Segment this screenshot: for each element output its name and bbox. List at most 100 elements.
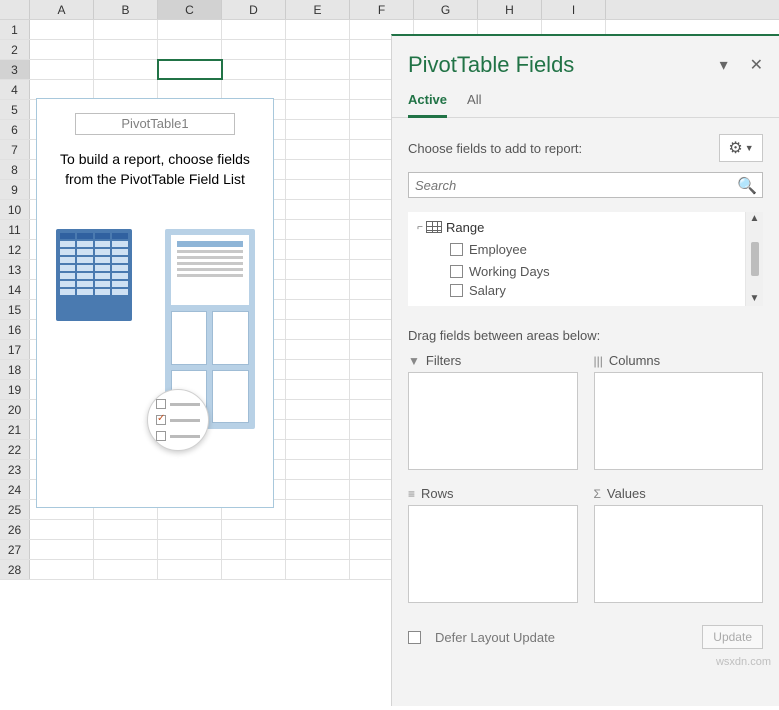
filters-dropzone[interactable] [408,372,578,470]
cell[interactable] [286,520,350,539]
col-header-C[interactable]: C [158,0,222,19]
cell[interactable] [286,300,350,319]
row-header-7[interactable]: 7 [0,140,30,159]
cell[interactable] [30,60,94,79]
columns-dropzone[interactable] [594,372,764,470]
cell[interactable] [286,100,350,119]
close-icon[interactable]: ✕ [750,55,763,75]
cell[interactable] [286,420,350,439]
cell[interactable] [30,20,94,39]
cell[interactable] [286,240,350,259]
row-header-12[interactable]: 12 [0,240,30,259]
cell[interactable] [94,540,158,559]
row-header-28[interactable]: 28 [0,560,30,579]
col-header-A[interactable]: A [30,0,94,19]
cell[interactable] [286,320,350,339]
values-dropzone[interactable] [594,505,764,603]
cell[interactable] [222,60,286,79]
cell[interactable] [30,80,94,99]
row-header-6[interactable]: 6 [0,120,30,139]
cell[interactable] [286,460,350,479]
scroll-down-icon[interactable]: ▼ [750,294,760,304]
cell[interactable] [286,560,350,579]
checkbox-working-days[interactable] [450,265,463,278]
field-working-days[interactable]: Working Days [408,260,745,282]
cell[interactable] [286,480,350,499]
row-header-25[interactable]: 25 [0,500,30,519]
row-header-8[interactable]: 8 [0,160,30,179]
cell[interactable] [286,260,350,279]
row-header-1[interactable]: 1 [0,20,30,39]
row-header-13[interactable]: 13 [0,260,30,279]
row-header-11[interactable]: 11 [0,220,30,239]
cell[interactable] [286,180,350,199]
col-header-F[interactable]: F [350,0,414,19]
cell[interactable] [30,560,94,579]
cell[interactable] [286,200,350,219]
cell[interactable] [158,520,222,539]
cell[interactable] [286,380,350,399]
col-header-I[interactable]: I [542,0,606,19]
cell[interactable] [286,360,350,379]
cell[interactable] [286,20,350,39]
cell[interactable] [94,40,158,59]
cell[interactable] [94,60,158,79]
checkbox-defer[interactable] [408,631,421,644]
collapse-icon[interactable]: ⌐ [414,222,426,233]
row-header-10[interactable]: 10 [0,200,30,219]
cell[interactable] [94,80,158,99]
row-header-20[interactable]: 20 [0,400,30,419]
row-header-5[interactable]: 5 [0,100,30,119]
cell[interactable] [222,520,286,539]
scroll-up-icon[interactable]: ▲ [750,214,760,224]
cell[interactable] [158,60,222,79]
row-header-15[interactable]: 15 [0,300,30,319]
cell[interactable] [222,20,286,39]
field-salary[interactable]: Salary [408,282,745,298]
row-header-3[interactable]: 3 [0,60,30,79]
cell[interactable] [286,120,350,139]
cell[interactable] [286,540,350,559]
cell[interactable] [286,40,350,59]
cell[interactable] [286,500,350,519]
col-header-D[interactable]: D [222,0,286,19]
cell[interactable] [222,80,286,99]
cell[interactable] [286,440,350,459]
field-employee[interactable]: Employee [408,238,745,260]
row-header-17[interactable]: 17 [0,340,30,359]
checkbox-employee[interactable] [450,243,463,256]
row-header-18[interactable]: 18 [0,360,30,379]
scroll-thumb[interactable] [751,242,759,276]
pane-menu-icon[interactable]: ▾ [720,55,728,75]
row-header-21[interactable]: 21 [0,420,30,439]
cell[interactable] [158,40,222,59]
checkbox-salary[interactable] [450,284,463,297]
row-header-23[interactable]: 23 [0,460,30,479]
cell[interactable] [94,520,158,539]
cell[interactable] [30,540,94,559]
rows-dropzone[interactable] [408,505,578,603]
search-input[interactable] [408,172,763,198]
field-list-scrollbar[interactable]: ▲ ▼ [745,212,763,306]
select-all-corner[interactable] [0,0,30,19]
cell[interactable] [286,140,350,159]
row-header-4[interactable]: 4 [0,80,30,99]
update-button[interactable]: Update [702,625,763,649]
row-header-24[interactable]: 24 [0,480,30,499]
row-header-2[interactable]: 2 [0,40,30,59]
cell[interactable] [158,80,222,99]
layout-options-button[interactable]: ⚙ ▼ [719,134,763,162]
cell[interactable] [30,520,94,539]
cell[interactable] [286,400,350,419]
row-header-27[interactable]: 27 [0,540,30,559]
pivot-placeholder[interactable]: PivotTable1 To build a report, choose fi… [36,98,274,508]
cell[interactable] [94,560,158,579]
cell[interactable] [158,560,222,579]
cell[interactable] [158,20,222,39]
cell[interactable] [286,160,350,179]
row-header-16[interactable]: 16 [0,320,30,339]
cell[interactable] [30,40,94,59]
cell[interactable] [286,220,350,239]
row-header-19[interactable]: 19 [0,380,30,399]
search-icon[interactable]: 🔍 [737,176,757,196]
